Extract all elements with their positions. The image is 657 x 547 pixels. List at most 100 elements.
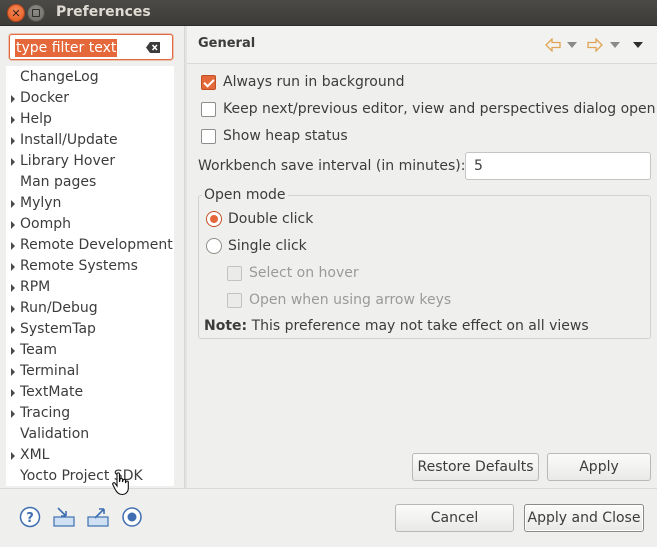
checkbox-box[interactable] xyxy=(201,74,216,90)
tree-item[interactable]: Remote Development xyxy=(6,235,174,256)
preferences-tree[interactable]: ChangeLog Docker Help Install/Update Library… xyxy=(6,66,174,486)
open-mode-title: Open mode xyxy=(202,187,288,203)
page-header: General xyxy=(187,26,657,64)
keep-dialog-open-checkbox[interactable]: Keep next/previous editor, view and pers… xyxy=(201,99,656,119)
back-history-dropdown-icon[interactable] xyxy=(567,42,577,48)
apply-button[interactable]: Apply xyxy=(547,453,651,481)
tree-item[interactable]: RPM xyxy=(6,277,174,298)
preferences-navigation: type filter text ChangeLog Docker Help Inst… xyxy=(0,26,185,488)
filter-input[interactable]: type filter text xyxy=(9,34,173,60)
expand-arrow-icon[interactable] xyxy=(11,305,15,313)
dialog-button-bar: ? Cancel Apply and Close xyxy=(0,488,657,547)
expand-arrow-icon[interactable] xyxy=(11,284,15,292)
expand-arrow-icon[interactable] xyxy=(11,200,15,208)
tree-item[interactable]: Help xyxy=(6,109,174,130)
tree-item[interactable]: Run/Debug xyxy=(6,298,174,319)
expand-arrow-icon[interactable] xyxy=(11,137,15,145)
radio-circle[interactable] xyxy=(206,211,222,227)
checkbox-box xyxy=(227,292,242,308)
note-text: This preference may not take effect on a… xyxy=(247,318,589,334)
expand-arrow-icon[interactable] xyxy=(11,368,15,376)
show-heap-status-checkbox[interactable]: Show heap status xyxy=(201,126,348,146)
tree-item[interactable]: Mylyn xyxy=(6,193,174,214)
hand-cursor-icon xyxy=(112,472,129,496)
expand-arrow-icon[interactable] xyxy=(11,242,15,250)
tree-item[interactable]: Remote Systems xyxy=(6,256,174,277)
checkbox-label: Select on hover xyxy=(249,265,359,281)
checkbox-box xyxy=(227,265,242,281)
page-content: Always run in background Keep next/previ… xyxy=(187,64,657,488)
tree-item[interactable]: SystemTap xyxy=(6,319,174,340)
import-icon[interactable] xyxy=(53,506,75,528)
tree-item-label: Mylyn xyxy=(20,195,62,211)
tree-scrollbar[interactable] xyxy=(174,66,184,486)
tree-item-label: Man pages xyxy=(20,174,97,190)
close-window-button[interactable]: ✕ xyxy=(7,4,25,22)
clear-icon[interactable] xyxy=(146,42,160,53)
tree-item[interactable]: XML xyxy=(6,445,174,466)
expand-arrow-icon[interactable] xyxy=(11,95,15,103)
apply-and-close-button[interactable]: Apply and Close xyxy=(524,504,644,532)
tree-item-label: SystemTap xyxy=(20,321,96,337)
tree-item[interactable]: Library Hover xyxy=(6,151,174,172)
back-icon[interactable] xyxy=(545,38,561,52)
cancel-button[interactable]: Cancel xyxy=(395,504,514,532)
tree-item[interactable]: Docker xyxy=(6,88,174,109)
forward-icon[interactable] xyxy=(587,38,603,52)
tree-item[interactable]: Team xyxy=(6,340,174,361)
tree-item-label: ChangeLog xyxy=(20,69,99,85)
save-interval-label: Workbench save interval (in minutes): xyxy=(198,158,466,174)
tree-item-label: Library Hover xyxy=(20,153,116,169)
minimize-window-button[interactable] xyxy=(27,4,45,22)
checkbox-label: Always run in background xyxy=(223,74,405,90)
radio-circle[interactable] xyxy=(206,238,222,254)
tree-item-label: Run/Debug xyxy=(20,300,98,316)
tree-item[interactable]: Yocto Project SDK xyxy=(6,466,174,486)
checkbox-box[interactable] xyxy=(201,101,216,117)
help-icon[interactable]: ? xyxy=(19,506,41,528)
open-arrow-keys-checkbox: Open when using arrow keys xyxy=(227,290,451,310)
expand-arrow-icon[interactable] xyxy=(11,221,15,229)
record-icon[interactable] xyxy=(121,506,143,528)
restore-defaults-button[interactable]: Restore Defaults xyxy=(412,453,539,481)
always-run-background-checkbox[interactable]: Always run in background xyxy=(201,72,405,92)
page-title: General xyxy=(198,36,256,51)
tree-item[interactable]: Validation xyxy=(6,424,174,445)
title-bar: ✕ Preferences xyxy=(0,0,657,26)
expand-arrow-icon[interactable] xyxy=(11,389,15,397)
radio-label: Single click xyxy=(228,238,307,254)
preference-page: General Always run in background Keep ne… xyxy=(187,26,657,488)
double-click-radio[interactable]: Double click xyxy=(206,209,313,229)
expand-arrow-icon[interactable] xyxy=(11,452,15,460)
tree-item-label: Tracing xyxy=(20,405,71,421)
expand-arrow-icon[interactable] xyxy=(11,410,15,418)
tree-item-label: Remote Development xyxy=(20,237,173,253)
tree-item-label: Validation xyxy=(20,426,90,442)
view-menu-icon[interactable] xyxy=(633,42,643,48)
export-icon[interactable] xyxy=(87,506,109,528)
expand-arrow-icon[interactable] xyxy=(11,347,15,355)
expand-arrow-icon[interactable] xyxy=(11,326,15,334)
checkbox-label: Show heap status xyxy=(223,128,348,144)
forward-history-dropdown-icon[interactable] xyxy=(610,42,620,48)
checkbox-box[interactable] xyxy=(201,128,216,144)
tree-item-label: XML xyxy=(20,447,50,463)
tree-item[interactable]: ChangeLog xyxy=(6,67,174,88)
save-interval-input[interactable]: 5 xyxy=(465,152,651,180)
expand-arrow-icon[interactable] xyxy=(11,263,15,271)
select-on-hover-checkbox: Select on hover xyxy=(227,263,359,283)
tree-item[interactable]: TextMate xyxy=(6,382,174,403)
tree-item[interactable]: Oomph xyxy=(6,214,174,235)
tree-item[interactable]: Terminal xyxy=(6,361,174,382)
tree-item-label: TextMate xyxy=(20,384,84,400)
tree-item-label: Docker xyxy=(20,90,70,106)
single-click-radio[interactable]: Single click xyxy=(206,236,307,256)
tree-item[interactable]: Tracing xyxy=(6,403,174,424)
minimize-icon xyxy=(32,9,40,17)
expand-arrow-icon[interactable] xyxy=(11,116,15,124)
open-mode-group: Open mode Double click Single click Sele… xyxy=(198,187,651,339)
close-icon: ✕ xyxy=(11,6,21,20)
expand-arrow-icon[interactable] xyxy=(11,158,15,166)
tree-item[interactable]: Man pages xyxy=(6,172,174,193)
tree-item[interactable]: Install/Update xyxy=(6,130,174,151)
